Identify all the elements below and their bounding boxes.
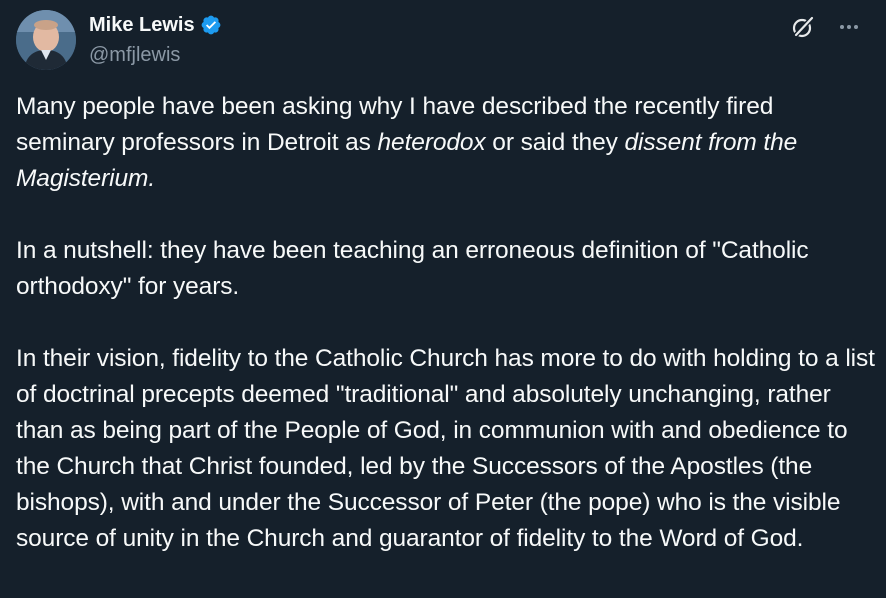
tweet-actions <box>790 14 860 40</box>
tweet-header: Mike Lewis @mfjlewis <box>16 10 870 70</box>
author-handle[interactable]: @mfjlewis <box>89 40 222 70</box>
tweet-paragraph-3: In their vision, fidelity to the Catholi… <box>16 345 875 552</box>
more-options-icon[interactable] <box>838 16 860 38</box>
tweet-paragraph-2: In a nutshell: they have been teaching a… <box>16 237 809 300</box>
tweet-paragraph-1: Many people have been asking why I have … <box>16 89 876 197</box>
grok-icon[interactable] <box>790 14 816 40</box>
author-info: Mike Lewis @mfjlewis <box>89 10 222 70</box>
verified-badge-icon[interactable] <box>200 14 222 36</box>
tweet-text-segment: or said they <box>485 129 625 156</box>
author-name[interactable]: Mike Lewis <box>89 10 195 40</box>
person-avatar-icon <box>16 10 76 70</box>
tweet-text: Many people have been asking why I have … <box>16 89 876 593</box>
avatar[interactable] <box>16 10 76 70</box>
tweet-italic-heterodox: heterodox <box>377 129 486 156</box>
